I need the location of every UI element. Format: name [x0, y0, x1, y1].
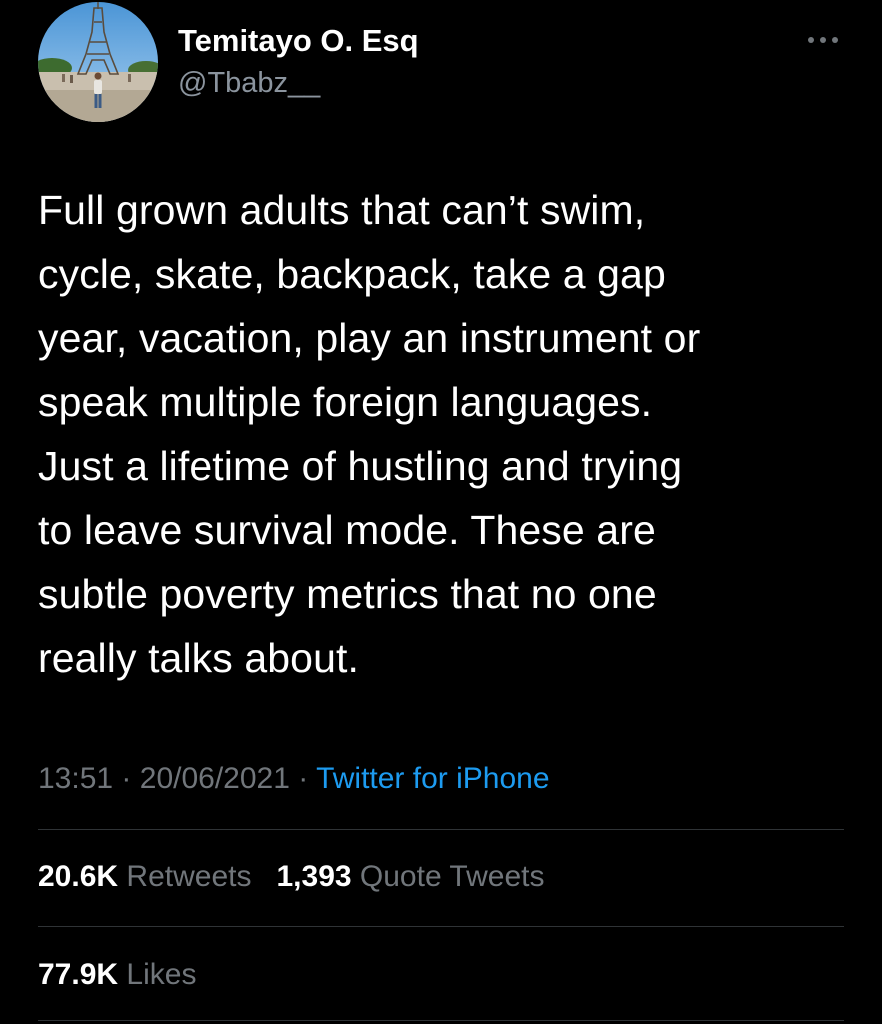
divider [38, 829, 844, 830]
meta-separator: · [298, 762, 309, 795]
tweet-time[interactable]: 13:51 [38, 762, 113, 795]
retweets-stat[interactable]: 20.6K Retweets [38, 860, 260, 893]
retweets-count: 20.6K [38, 860, 119, 893]
tweet-meta: 13:51 · 20/06/2021 · Twitter for iPhone [38, 757, 550, 801]
quote-tweets-label: Quote Tweets [359, 860, 545, 893]
likes-stat[interactable]: 77.9K Likes [38, 958, 196, 991]
more-horizontal-icon [808, 37, 838, 43]
avatar[interactable] [38, 2, 158, 122]
display-name[interactable]: Temitayo O. Esq [178, 22, 419, 60]
tweet-text: Full grown adults that can’t swim, cycle… [38, 187, 701, 681]
retweets-label: Retweets [126, 860, 252, 893]
likes-label: Likes [126, 958, 197, 991]
more-options-button[interactable] [806, 30, 840, 50]
quote-tweets-count: 1,393 [276, 860, 352, 893]
engagement-stats-row: 20.6K Retweets 1,393 Quote Tweets [38, 855, 544, 899]
likes-count: 77.9K [38, 958, 119, 991]
tweet-detail: Temitayo O. Esq @Tbabz__ Full grown adul… [0, 0, 882, 1024]
tweet-date[interactable]: 20/06/2021 [140, 762, 290, 795]
divider [38, 926, 844, 927]
user-handle[interactable]: @Tbabz__ [178, 64, 419, 102]
profile-photo-icon [38, 2, 158, 122]
divider [38, 1020, 844, 1021]
tweet-source-link[interactable]: Twitter for iPhone [316, 762, 549, 795]
user-names: Temitayo O. Esq @Tbabz__ [178, 22, 419, 102]
meta-separator: · [121, 762, 132, 795]
likes-stats-row: 77.9K Likes [38, 953, 196, 997]
quote-tweets-stat[interactable]: 1,393 Quote Tweets [276, 860, 544, 893]
tweet-header: Temitayo O. Esq @Tbabz__ [38, 0, 844, 130]
